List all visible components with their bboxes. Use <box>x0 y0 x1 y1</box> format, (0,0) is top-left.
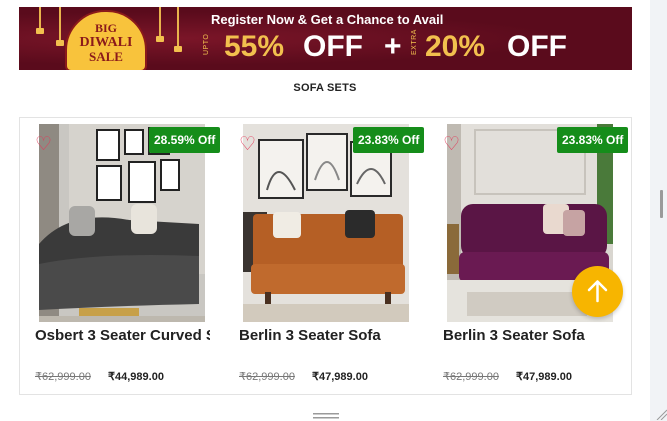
drag-handle-icon[interactable] <box>313 412 339 420</box>
heart-outline-icon[interactable]: ♡ <box>35 135 55 154</box>
scroll-to-top-button[interactable] <box>572 266 623 317</box>
page: BIG DIWALI SALE Register Now & Get a Cha… <box>0 0 650 421</box>
product-card[interactable]: ♡ 23.83% Off Berlin 3 Seater Sofa ₹62,99… <box>428 118 629 394</box>
product-title[interactable]: Berlin 3 Seater Sofa <box>443 327 618 344</box>
diwali-sale-banner[interactable]: BIG DIWALI SALE Register Now & Get a Cha… <box>19 7 632 70</box>
product-card[interactable]: ♡ 28.59% Off Osbert 3 Seater Curved S ₹6… <box>20 118 221 394</box>
lantern-decoration <box>56 7 64 46</box>
banner-extra: EXTRA <box>411 29 425 65</box>
heart-outline-icon[interactable]: ♡ <box>239 135 259 154</box>
product-image[interactable] <box>243 124 409 322</box>
banner-plus: + <box>384 30 402 63</box>
heart-outline-icon[interactable]: ♡ <box>443 135 463 154</box>
product-card[interactable]: ♡ 23.83% Off Berlin 3 Seater Sofa ₹62,99… <box>224 118 425 394</box>
product-mrp: ₹62,999.00 <box>443 371 499 383</box>
banner-discount-2: 20% <box>425 30 486 63</box>
lantern-decoration <box>156 7 164 42</box>
badge-line-1: BIG <box>94 21 117 35</box>
lantern-decoration <box>174 7 182 52</box>
product-mrp: ₹62,999.00 <box>239 371 295 383</box>
product-carousel: ♡ 28.59% Off Osbert 3 Seater Curved S ₹6… <box>19 117 632 395</box>
product-price: ₹44,989.00 <box>108 371 164 383</box>
product-mrp: ₹62,999.00 <box>35 371 91 383</box>
sofa-image-tan-leather <box>243 124 409 322</box>
banner-off-1: OFF <box>303 30 363 63</box>
resize-grip-icon[interactable] <box>655 408 667 420</box>
product-image[interactable] <box>39 124 205 322</box>
banner-upto-text: UPTO <box>203 33 210 55</box>
badge-line-2: DIWALI <box>79 35 133 50</box>
lantern-decoration <box>36 7 44 34</box>
product-title[interactable]: Berlin 3 Seater Sofa <box>239 327 414 344</box>
scrollbar-handle[interactable] <box>660 190 663 218</box>
discount-badge: 28.59% Off <box>149 127 221 153</box>
banner-off-2: OFF <box>507 30 567 63</box>
banner-headline: Register Now & Get a Chance to Avail <box>211 12 444 27</box>
banner-extra-text: EXTRA <box>411 29 418 55</box>
banner-discount-1: 55% <box>224 30 285 63</box>
badge-line-3: SALE <box>89 49 123 64</box>
discount-badge: 23.83% Off <box>557 127 629 153</box>
product-price: ₹47,989.00 <box>312 371 368 383</box>
arrow-up-icon <box>587 280 608 303</box>
sofa-image-grey-curved <box>39 124 205 322</box>
discount-badge: 23.83% Off <box>353 127 425 153</box>
section-title: SOFA SETS <box>293 82 357 94</box>
product-title[interactable]: Osbert 3 Seater Curved S <box>35 327 210 344</box>
product-price: ₹47,989.00 <box>516 371 572 383</box>
